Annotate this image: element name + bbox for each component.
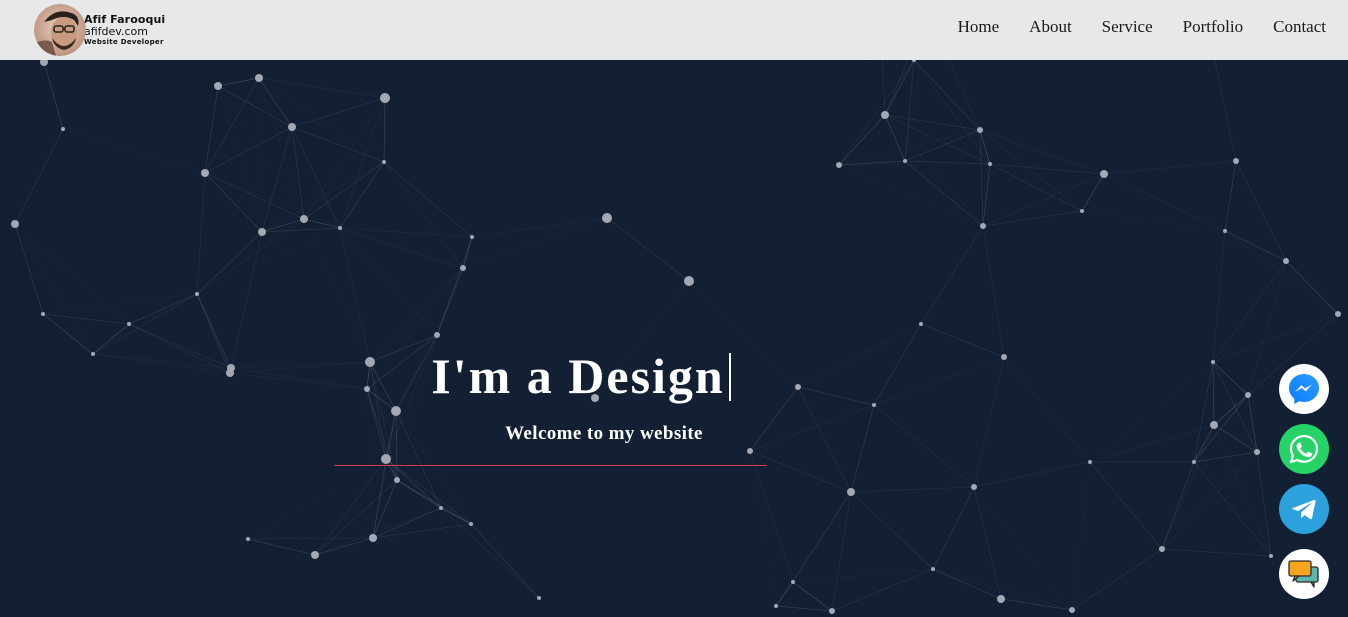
particle-dot: [1211, 360, 1215, 364]
particle-dot: [971, 484, 977, 490]
hero-subtitle: Welcome to my website: [505, 423, 703, 444]
logo-role: Website Developer: [84, 38, 164, 46]
particle-dot: [791, 580, 795, 584]
particle-dot: [61, 127, 65, 131]
particle-dot: [1233, 158, 1239, 164]
particle-dot: [903, 159, 907, 163]
particle-dot: [41, 312, 45, 316]
particle-dot: [684, 276, 694, 286]
particle-dot: [382, 160, 386, 164]
whatsapp-icon: [1289, 434, 1319, 464]
particle-dot: [434, 332, 440, 338]
logo-name: Afif Farooqui: [84, 13, 166, 26]
particle-dot: [391, 406, 401, 416]
particle-dot: [246, 537, 250, 541]
particle-dot: [214, 82, 222, 90]
typed-text: I'm a Design: [431, 348, 725, 404]
particle-dot: [311, 551, 319, 559]
particle-dot: [460, 265, 466, 271]
chat-button[interactable]: [1279, 549, 1329, 599]
nav-contact[interactable]: Contact: [1273, 17, 1326, 37]
main-nav: Home About Service Portfolio Contact: [958, 17, 1326, 37]
particle-dot: [127, 322, 131, 326]
particle-dot: [300, 215, 308, 223]
particle-dot: [1192, 460, 1196, 464]
hero-headline: I'm a Design: [0, 347, 1162, 405]
particle-dot: [836, 162, 842, 168]
particle-dot: [919, 322, 923, 326]
nav-home[interactable]: Home: [958, 17, 1000, 37]
particle-dot: [469, 522, 473, 526]
hero-section: I'm a Design Welcome to my website: [0, 0, 1348, 617]
particle-dot: [977, 127, 983, 133]
particle-dot: [288, 123, 296, 131]
nav-about[interactable]: About: [1029, 17, 1072, 37]
particle-dot: [1335, 311, 1341, 317]
particle-dot: [602, 213, 612, 223]
particle-dot: [980, 223, 986, 229]
particle-dot: [1100, 170, 1108, 178]
navbar: Afif Farooqui afifdev.com Website Develo…: [0, 0, 1348, 60]
particle-dot: [1223, 229, 1227, 233]
particle-network-background: [11, 0, 1341, 614]
particle-dot: [1159, 546, 1165, 552]
telegram-icon: [1292, 499, 1316, 520]
hero-underline: [334, 465, 767, 466]
messenger-button[interactable]: [1279, 364, 1329, 414]
messenger-icon: [1289, 374, 1319, 404]
particle-dot: [1080, 209, 1084, 213]
particle-dot: [997, 595, 1005, 603]
particle-dot: [11, 220, 19, 228]
chat-icon: [1288, 560, 1319, 588]
site-logo[interactable]: Afif Farooqui afifdev.com Website Develo…: [34, 4, 165, 56]
particle-dot: [201, 169, 209, 177]
avatar: [34, 4, 86, 56]
particle-dot: [1245, 392, 1251, 398]
telegram-button[interactable]: [1279, 484, 1329, 534]
logo-domain: afifdev.com: [84, 25, 148, 38]
typing-caret: [728, 353, 731, 401]
particle-dot: [829, 608, 835, 614]
particle-dot: [847, 488, 855, 496]
particle-dot: [537, 596, 541, 600]
particle-dot: [258, 228, 266, 236]
particle-dot: [369, 534, 377, 542]
nav-portfolio[interactable]: Portfolio: [1183, 17, 1243, 37]
particle-dot: [394, 477, 400, 483]
particle-dot: [338, 226, 342, 230]
particle-dot: [774, 604, 778, 608]
particle-dot: [1069, 607, 1075, 613]
particle-dot: [747, 448, 753, 454]
particle-dot: [381, 454, 391, 464]
particle-dot: [1269, 554, 1273, 558]
particle-dot: [1283, 258, 1289, 264]
particle-dot: [988, 162, 992, 166]
particle-dot: [881, 111, 889, 119]
particle-dot: [1254, 449, 1260, 455]
particle-dot: [195, 292, 199, 296]
whatsapp-button[interactable]: [1279, 424, 1329, 474]
logo-text: Afif Farooqui afifdev.com Website Develo…: [84, 14, 165, 46]
particle-dot: [931, 567, 935, 571]
nav-service[interactable]: Service: [1102, 17, 1153, 37]
particle-dot: [439, 506, 443, 510]
particle-dot: [1210, 421, 1218, 429]
particle-dot: [1088, 460, 1092, 464]
particle-dot: [255, 74, 263, 82]
particle-dot: [380, 93, 390, 103]
particle-dot: [470, 235, 474, 239]
